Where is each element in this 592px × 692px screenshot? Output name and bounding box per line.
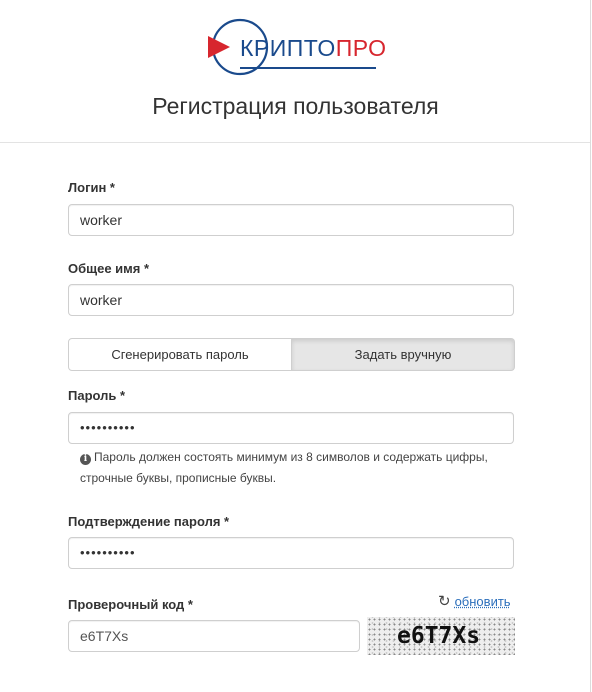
password-input[interactable]: •••••••••• bbox=[68, 412, 514, 444]
captcha-refresh[interactable]: ↻ обновить bbox=[438, 594, 511, 609]
login-input[interactable]: worker bbox=[68, 204, 514, 236]
page-title: Регистрация пользователя bbox=[152, 93, 439, 119]
captcha-image: e6T7Xs bbox=[367, 617, 515, 655]
refresh-link[interactable]: обновить bbox=[455, 594, 511, 609]
page-header: КРИПТОПРО Регистрация пользователя bbox=[0, 0, 591, 143]
password-confirm-input[interactable]: •••••••••• bbox=[68, 537, 514, 569]
set-manually-button[interactable]: Задать вручную bbox=[292, 338, 515, 371]
logo-wordmark-accent: ПРО bbox=[335, 35, 387, 61]
logo-wordmark-primary: КРИПТО bbox=[240, 35, 336, 61]
captcha-input[interactable]: e6T7Xs bbox=[68, 620, 360, 652]
info-icon: i bbox=[80, 454, 91, 465]
captcha-image-text: e6T7Xs bbox=[397, 623, 481, 649]
password-mode-toggle: Сгенерировать пароль Задать вручную bbox=[68, 338, 515, 371]
password-confirm-label: Подтверждение пароля * bbox=[68, 514, 230, 529]
common-name-input[interactable]: worker bbox=[68, 284, 514, 316]
generate-password-button[interactable]: Сгенерировать пароль bbox=[68, 338, 292, 371]
login-label: Логин * bbox=[68, 180, 115, 195]
refresh-icon[interactable]: ↻ bbox=[438, 594, 451, 609]
password-label: Пароль * bbox=[68, 388, 126, 403]
captcha-label: Проверочный код * bbox=[68, 597, 193, 612]
common-name-label: Общее имя * bbox=[68, 261, 150, 276]
password-hint-text: Пароль должен состоять минимум из 8 симв… bbox=[80, 450, 488, 485]
panel-border bbox=[590, 0, 591, 692]
logo-wordmark: КРИПТОПРО bbox=[240, 35, 386, 62]
password-hint: i Пароль должен состоять минимум из 8 сим… bbox=[80, 447, 500, 489]
